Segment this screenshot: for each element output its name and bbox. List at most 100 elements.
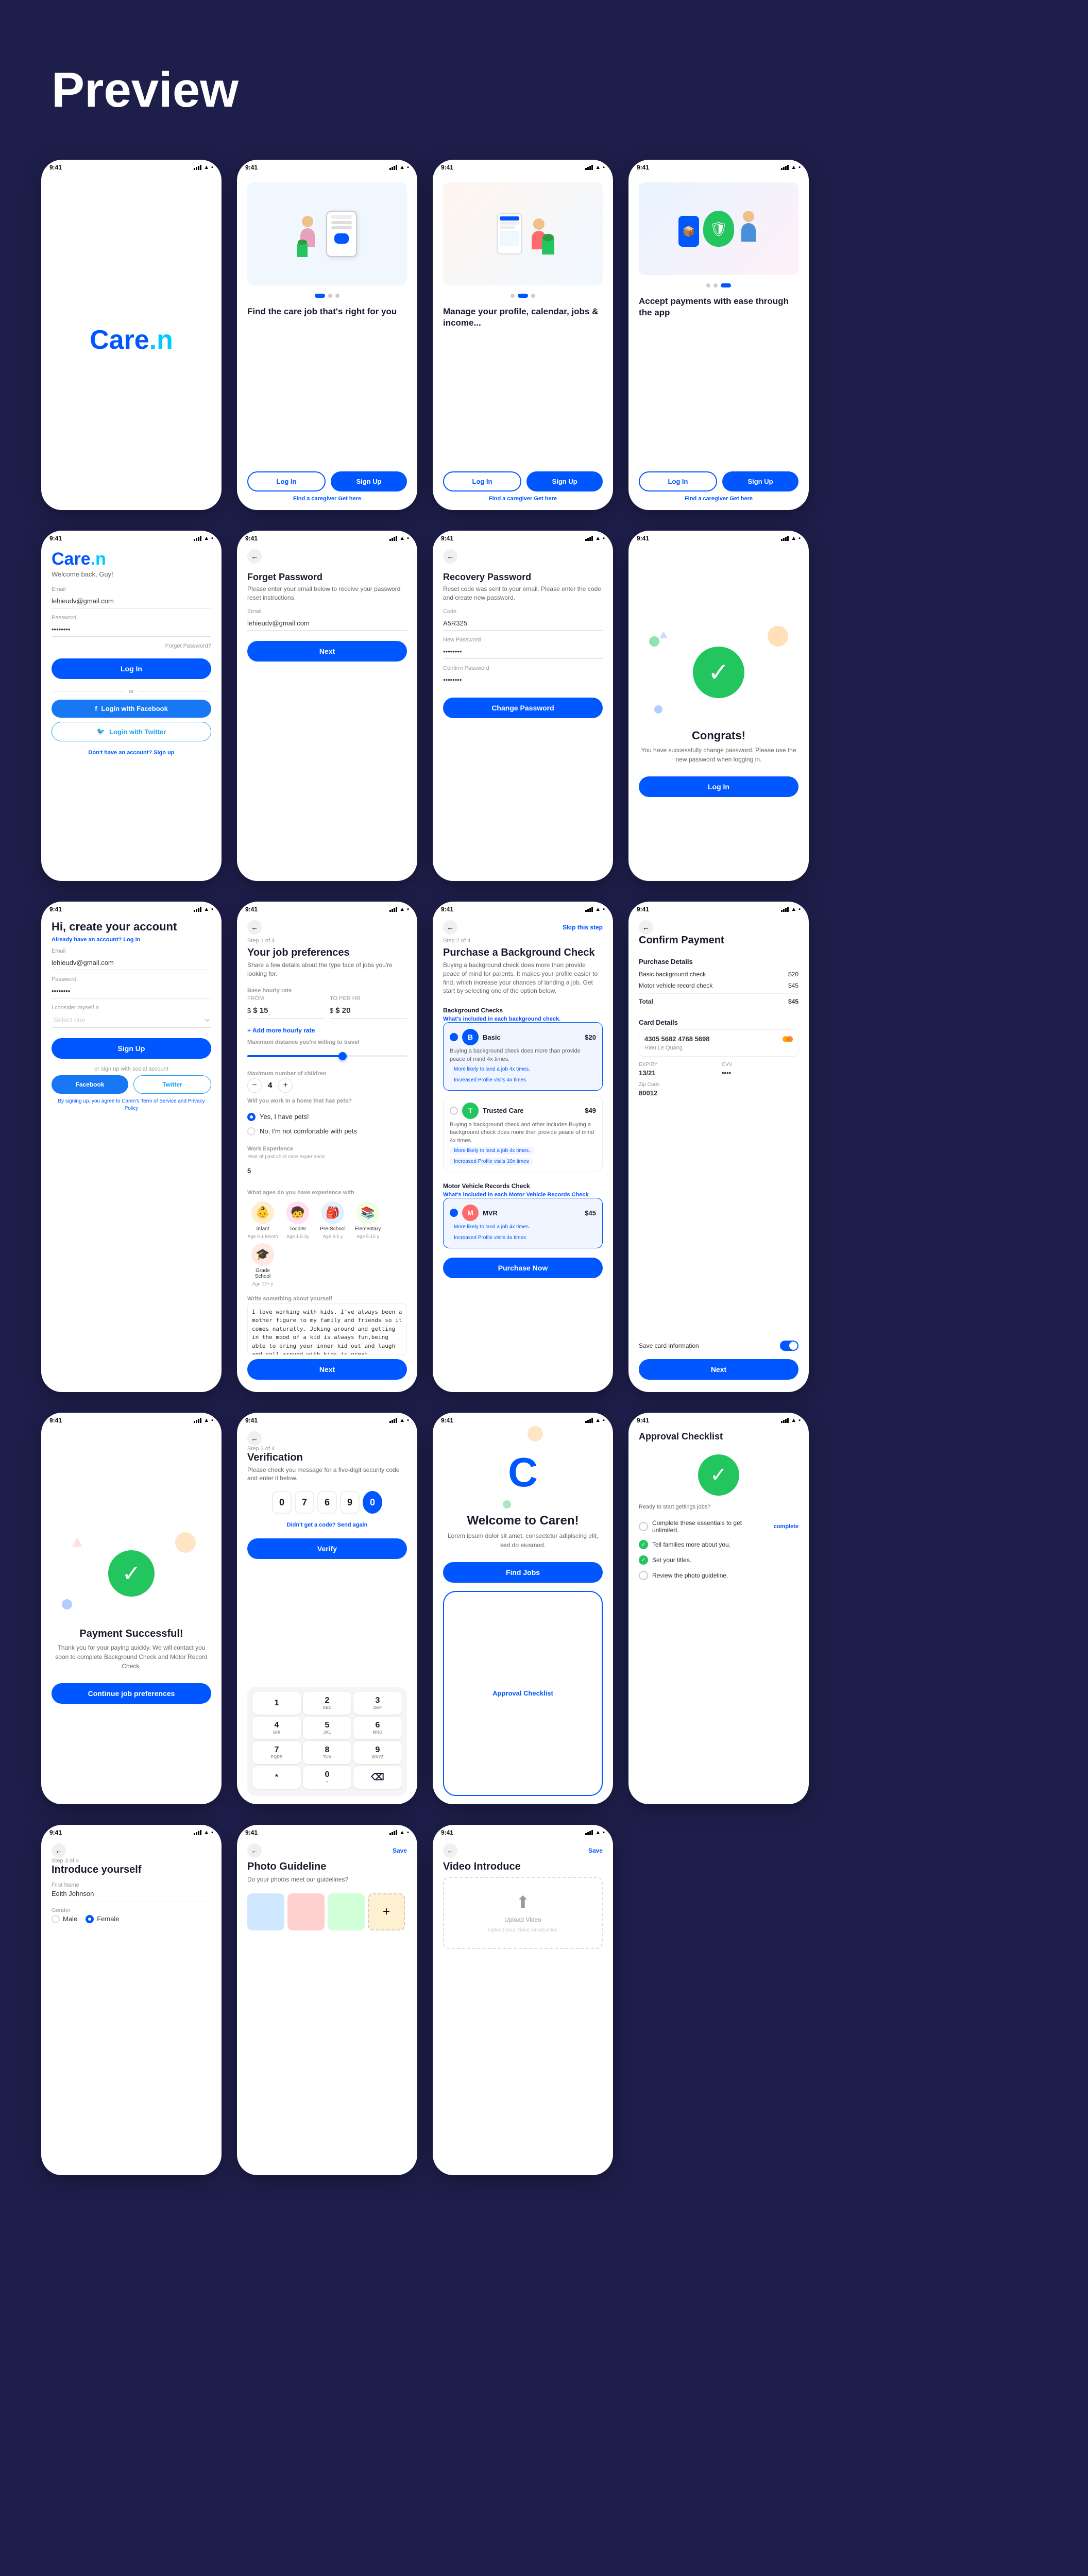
numpad-4[interactable]: 4GHI — [252, 1717, 301, 1739]
numpad-3[interactable]: 3DEF — [353, 1692, 402, 1715]
register-email-field[interactable] — [52, 956, 211, 970]
numpad-0[interactable]: 0+ — [303, 1766, 351, 1789]
facebook-login-button[interactable]: f Login with Facebook — [52, 700, 211, 718]
mvr-check-item[interactable]: M MVR $45 More likely to land a job 4x t… — [443, 1198, 603, 1248]
back-button[interactable]: ← — [247, 920, 262, 935]
verify-button[interactable]: Verify — [247, 1538, 407, 1559]
code-digit-1[interactable]: 0 — [272, 1491, 292, 1514]
what-included-link[interactable]: What's included in each background check… — [443, 1016, 603, 1022]
signup-button[interactable]: Sign Up — [722, 471, 798, 492]
login-button[interactable]: Log In — [639, 776, 798, 797]
purchase-now-button[interactable]: Purchase Now — [443, 1258, 603, 1278]
next-button[interactable]: Next — [247, 641, 407, 662]
numpad-7[interactable]: 7PQRS — [252, 1741, 301, 1764]
next-button[interactable]: Next — [639, 1359, 798, 1380]
basic-check-item[interactable]: B Basic $20 Buying a background check do… — [443, 1022, 603, 1091]
female-radio[interactable] — [86, 1915, 94, 1923]
numpad-9[interactable]: 9WXYZ — [353, 1741, 402, 1764]
age-toddler[interactable]: 🧒 Toddler Age 1.5-3y — [282, 1201, 313, 1239]
numpad-delete[interactable]: ⌫ — [353, 1766, 402, 1789]
password-field[interactable] — [52, 622, 211, 637]
photo-thumb-2[interactable] — [287, 1893, 325, 1930]
numpad-5[interactable]: 5JKL — [303, 1717, 351, 1739]
find-jobs-button[interactable]: Find Jobs — [443, 1562, 603, 1583]
age-infant[interactable]: 👶 Infant Age 0-1 Month — [247, 1201, 278, 1239]
twitter-signup-button[interactable]: Twitter — [133, 1075, 211, 1094]
video-upload-area[interactable]: ⬆ Upload Video Upload your video introdu… — [443, 1877, 603, 1949]
back-button[interactable]: ← — [247, 1843, 262, 1858]
login-button[interactable]: Log In — [639, 471, 717, 492]
forgot-link[interactable]: Forget Password? — [52, 643, 211, 649]
save-card-toggle[interactable] — [780, 1341, 798, 1351]
back-button[interactable]: ← — [247, 549, 262, 564]
back-button[interactable]: ← — [443, 920, 457, 935]
yes-pets-radio[interactable] — [247, 1113, 256, 1121]
experience-value: 5 — [247, 1164, 407, 1178]
save-link[interactable]: Save — [393, 1847, 407, 1854]
male-option[interactable]: Male — [52, 1915, 77, 1923]
login-button[interactable]: Log In — [247, 471, 326, 492]
register-password-field[interactable] — [52, 984, 211, 998]
signup-button[interactable]: Sign Up — [331, 471, 407, 492]
numpad-8[interactable]: 8TUV — [303, 1741, 351, 1764]
row-1: 9:41 ▲ ▪ Care.n — [41, 160, 1047, 510]
mvr-what-link[interactable]: What's included in each Motor Vehicle Re… — [443, 1192, 603, 1198]
age-preschool[interactable]: 🎒 Pre-School Age 3-5 y — [317, 1201, 348, 1239]
next-button[interactable]: Next — [247, 1359, 407, 1380]
trusted-check-item[interactable]: T Trusted Care $49 Buying a background c… — [443, 1096, 603, 1172]
trusted-radio[interactable] — [450, 1107, 458, 1115]
back-button[interactable]: ← — [639, 920, 653, 935]
email-field[interactable] — [247, 616, 407, 631]
increment-button[interactable]: + — [278, 1078, 293, 1093]
back-button[interactable]: ← — [247, 1431, 262, 1446]
code-digit-4[interactable]: 9 — [340, 1491, 360, 1514]
numpad-2[interactable]: 2ABC — [303, 1692, 351, 1715]
signup-link[interactable]: Sign up — [154, 750, 174, 756]
basic-radio[interactable] — [450, 1033, 458, 1041]
numpad-6[interactable]: 6MNO — [353, 1717, 402, 1739]
change-password-button[interactable]: Change Password — [443, 698, 603, 718]
checklist-link[interactable]: complete — [774, 1523, 798, 1530]
code-digit-5[interactable]: 0 — [363, 1491, 382, 1514]
female-option[interactable]: Female — [86, 1915, 119, 1923]
skip-link[interactable]: Skip this step — [563, 924, 603, 931]
code-digit-2[interactable]: 7 — [295, 1491, 314, 1514]
signup-button[interactable]: Sign Up — [52, 1038, 211, 1059]
age-elementary[interactable]: 📚 Elementary Age 5-12 y — [352, 1201, 383, 1239]
photo-add-button[interactable]: + — [368, 1893, 405, 1930]
decrement-button[interactable]: − — [247, 1078, 262, 1093]
add-rate-link[interactable]: + Add more hourly rate — [247, 1027, 407, 1034]
code-field[interactable] — [443, 616, 603, 631]
back-button[interactable]: ← — [52, 1843, 66, 1858]
continue-preferences-button[interactable]: Continue job preferences — [52, 1683, 211, 1704]
photo-thumb-1[interactable] — [247, 1893, 284, 1930]
get-here-link[interactable]: Get here — [338, 496, 361, 502]
no-pets-radio[interactable] — [247, 1127, 256, 1136]
login-link[interactable]: Log in — [123, 937, 140, 943]
about-textarea[interactable]: I love working with kids. I've always be… — [247, 1303, 407, 1355]
new-password-field[interactable] — [443, 645, 603, 659]
signup-button[interactable]: Sign Up — [526, 471, 603, 492]
role-select[interactable]: Select one — [52, 1012, 211, 1028]
welcome-caren-text: Welcome to Caren! — [467, 1514, 579, 1528]
back-button[interactable]: ← — [443, 1843, 457, 1858]
login-button[interactable]: Log In — [52, 658, 211, 679]
male-radio[interactable] — [52, 1915, 60, 1923]
get-here-link[interactable]: Get here — [729, 496, 753, 502]
mvr-radio[interactable] — [450, 1209, 458, 1217]
save-link[interactable]: Save — [588, 1847, 603, 1854]
twitter-login-button[interactable]: 🐦 Login with Twitter — [52, 722, 211, 741]
back-button[interactable]: ← — [443, 549, 457, 564]
numpad-1[interactable]: 1 — [252, 1692, 301, 1715]
approval-checklist-button[interactable]: Approval Checklist — [443, 1591, 603, 1796]
send-again-link[interactable]: Send again — [337, 1522, 368, 1528]
login-button[interactable]: Log In — [443, 471, 521, 492]
confirm-password-field[interactable] — [443, 673, 603, 687]
email-field[interactable] — [52, 594, 211, 608]
facebook-signup-button[interactable]: Facebook — [52, 1075, 128, 1094]
numpad-star[interactable]: * — [252, 1766, 301, 1789]
age-gradeschool[interactable]: 🎓 Grade School Age 12+ y — [247, 1243, 278, 1286]
get-here-link[interactable]: Get here — [534, 496, 557, 502]
photo-thumb-3[interactable] — [328, 1893, 365, 1930]
code-digit-3[interactable]: 6 — [317, 1491, 337, 1514]
